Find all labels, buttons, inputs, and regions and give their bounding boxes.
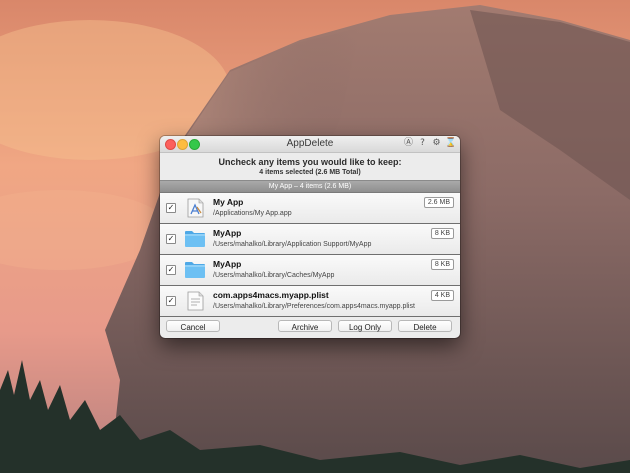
item-name: My App <box>213 197 244 207</box>
item-size: 2.6 MB <box>423 197 454 208</box>
app-store-icon[interactable]: Ⓐ <box>403 138 414 149</box>
list-item[interactable]: ✓ com.apps4macs.myapp.plist /Users/mahal… <box>160 286 460 317</box>
item-path: /Users/mahalko/Library/Caches/MyApp <box>213 272 335 279</box>
item-size: 8 KB <box>430 228 454 239</box>
item-checkbox[interactable]: ✓ <box>166 296 176 306</box>
app-icon <box>187 198 204 218</box>
help-icon[interactable]: ? <box>417 138 428 149</box>
archive-button[interactable]: Archive <box>278 320 332 332</box>
instruction-heading: Uncheck any items you would like to keep… <box>218 157 402 167</box>
folder-icon <box>185 262 205 278</box>
log-only-button[interactable]: Log Only <box>338 320 392 332</box>
item-path: /Users/mahalko/Library/Preferences/com.a… <box>213 303 415 310</box>
item-name: MyApp <box>213 228 242 238</box>
delete-button[interactable]: Delete <box>398 320 452 332</box>
selection-summary: 4 items selected (2.6 MB Total) <box>259 169 361 176</box>
cancel-button[interactable]: Cancel <box>166 320 220 332</box>
item-name: MyApp <box>213 259 242 269</box>
group-header: My App – 4 items (2.6 MB) <box>160 180 460 193</box>
item-size: 8 KB <box>430 259 454 270</box>
item-checkbox[interactable]: ✓ <box>166 234 176 244</box>
item-path: /Applications/My App.app <box>213 210 292 217</box>
title-bar[interactable]: AppDelete Ⓐ ? ⚙ ⌛ <box>160 136 460 153</box>
item-list: ✓ My App /Applications/My App.app 2.6 MB… <box>160 193 460 317</box>
plist-icon <box>187 291 204 311</box>
item-size: 4 KB <box>430 290 454 301</box>
list-item[interactable]: ✓ My App /Applications/My App.app 2.6 MB <box>160 193 460 224</box>
folder-icon <box>185 231 205 247</box>
item-path: /Users/mahalko/Library/Application Suppo… <box>213 241 372 248</box>
appdelete-window: AppDelete Ⓐ ? ⚙ ⌛ Uncheck any items you … <box>160 136 460 338</box>
list-item[interactable]: ✓ MyApp /Users/mahalko/Library/Caches/My… <box>160 255 460 286</box>
item-checkbox[interactable]: ✓ <box>166 203 176 213</box>
item-name: com.apps4macs.myapp.plist <box>213 290 329 300</box>
hourglass-icon[interactable]: ⌛ <box>445 138 456 149</box>
button-bar: Cancel Archive Log Only Delete <box>160 317 460 337</box>
item-checkbox[interactable]: ✓ <box>166 265 176 275</box>
settings-icon[interactable]: ⚙ <box>431 138 442 149</box>
list-item[interactable]: ✓ MyApp /Users/mahalko/Library/Applicati… <box>160 224 460 255</box>
toolbar-icons: Ⓐ ? ⚙ ⌛ <box>403 138 456 149</box>
